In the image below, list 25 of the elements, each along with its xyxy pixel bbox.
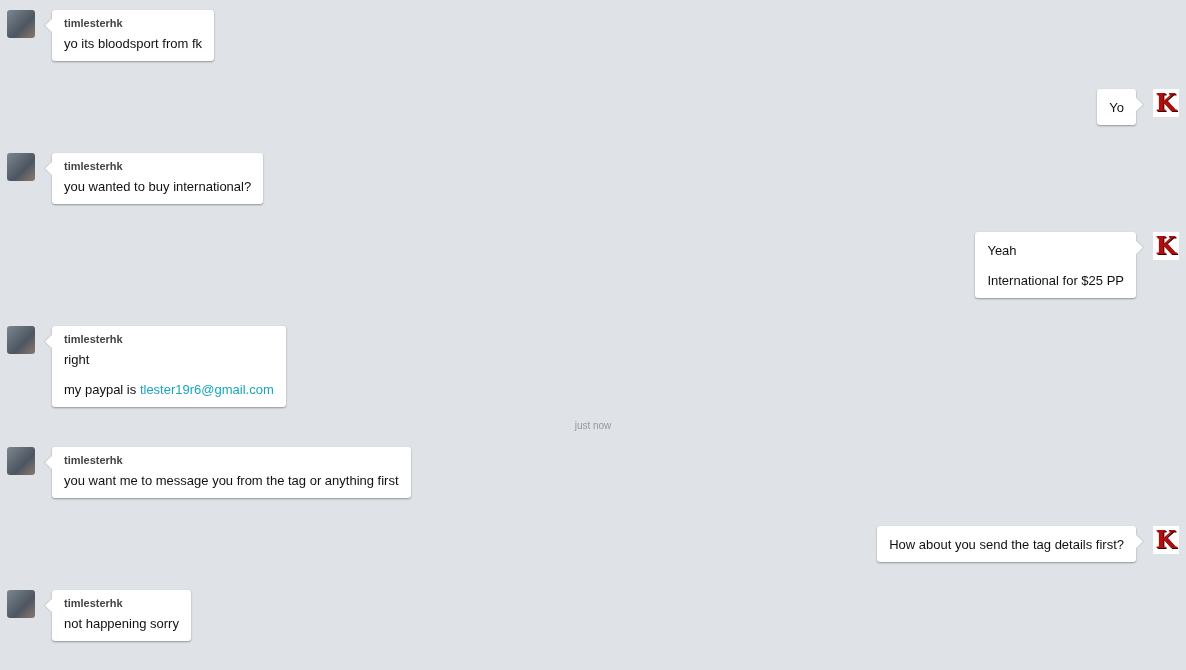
sender-name: timlesterhk (64, 454, 124, 466)
avatar-photo-placeholder (7, 590, 35, 618)
message-text: right (64, 351, 91, 369)
sender-name: timlesterhk (64, 17, 124, 29)
sender-name: timlesterhk (64, 597, 124, 609)
message-text: yo its bloodsport from fk (64, 35, 202, 53)
avatar-photo-placeholder (7, 447, 35, 475)
message-text: my paypal is tlester19r6@gmail.com (64, 381, 274, 399)
sender-name: timlesterhk (64, 160, 124, 172)
avatar-logo: K (1153, 526, 1179, 554)
email-link[interactable]: tlester19r6@gmail.com (139, 382, 274, 397)
sender-name: timlesterhk (64, 333, 124, 345)
avatar-photo-placeholder (7, 153, 35, 181)
message-text: International for $25 PP (987, 272, 1124, 290)
avatar-photo-placeholder (7, 326, 35, 354)
message-text: Yo (1109, 99, 1124, 117)
avatar-photo-placeholder (7, 10, 35, 38)
avatar-logo: K (1153, 232, 1179, 260)
message-text: not happening sorry (64, 615, 179, 633)
message-text: you want me to message you from the tag or anything first (64, 472, 399, 490)
message-text: How about you send the tag details first? (889, 536, 1124, 554)
message-text: Yeah (987, 242, 1018, 260)
message-text: you wanted to buy international? (64, 178, 252, 196)
avatar-logo: K (1153, 89, 1179, 117)
timestamp: just now (574, 420, 612, 431)
